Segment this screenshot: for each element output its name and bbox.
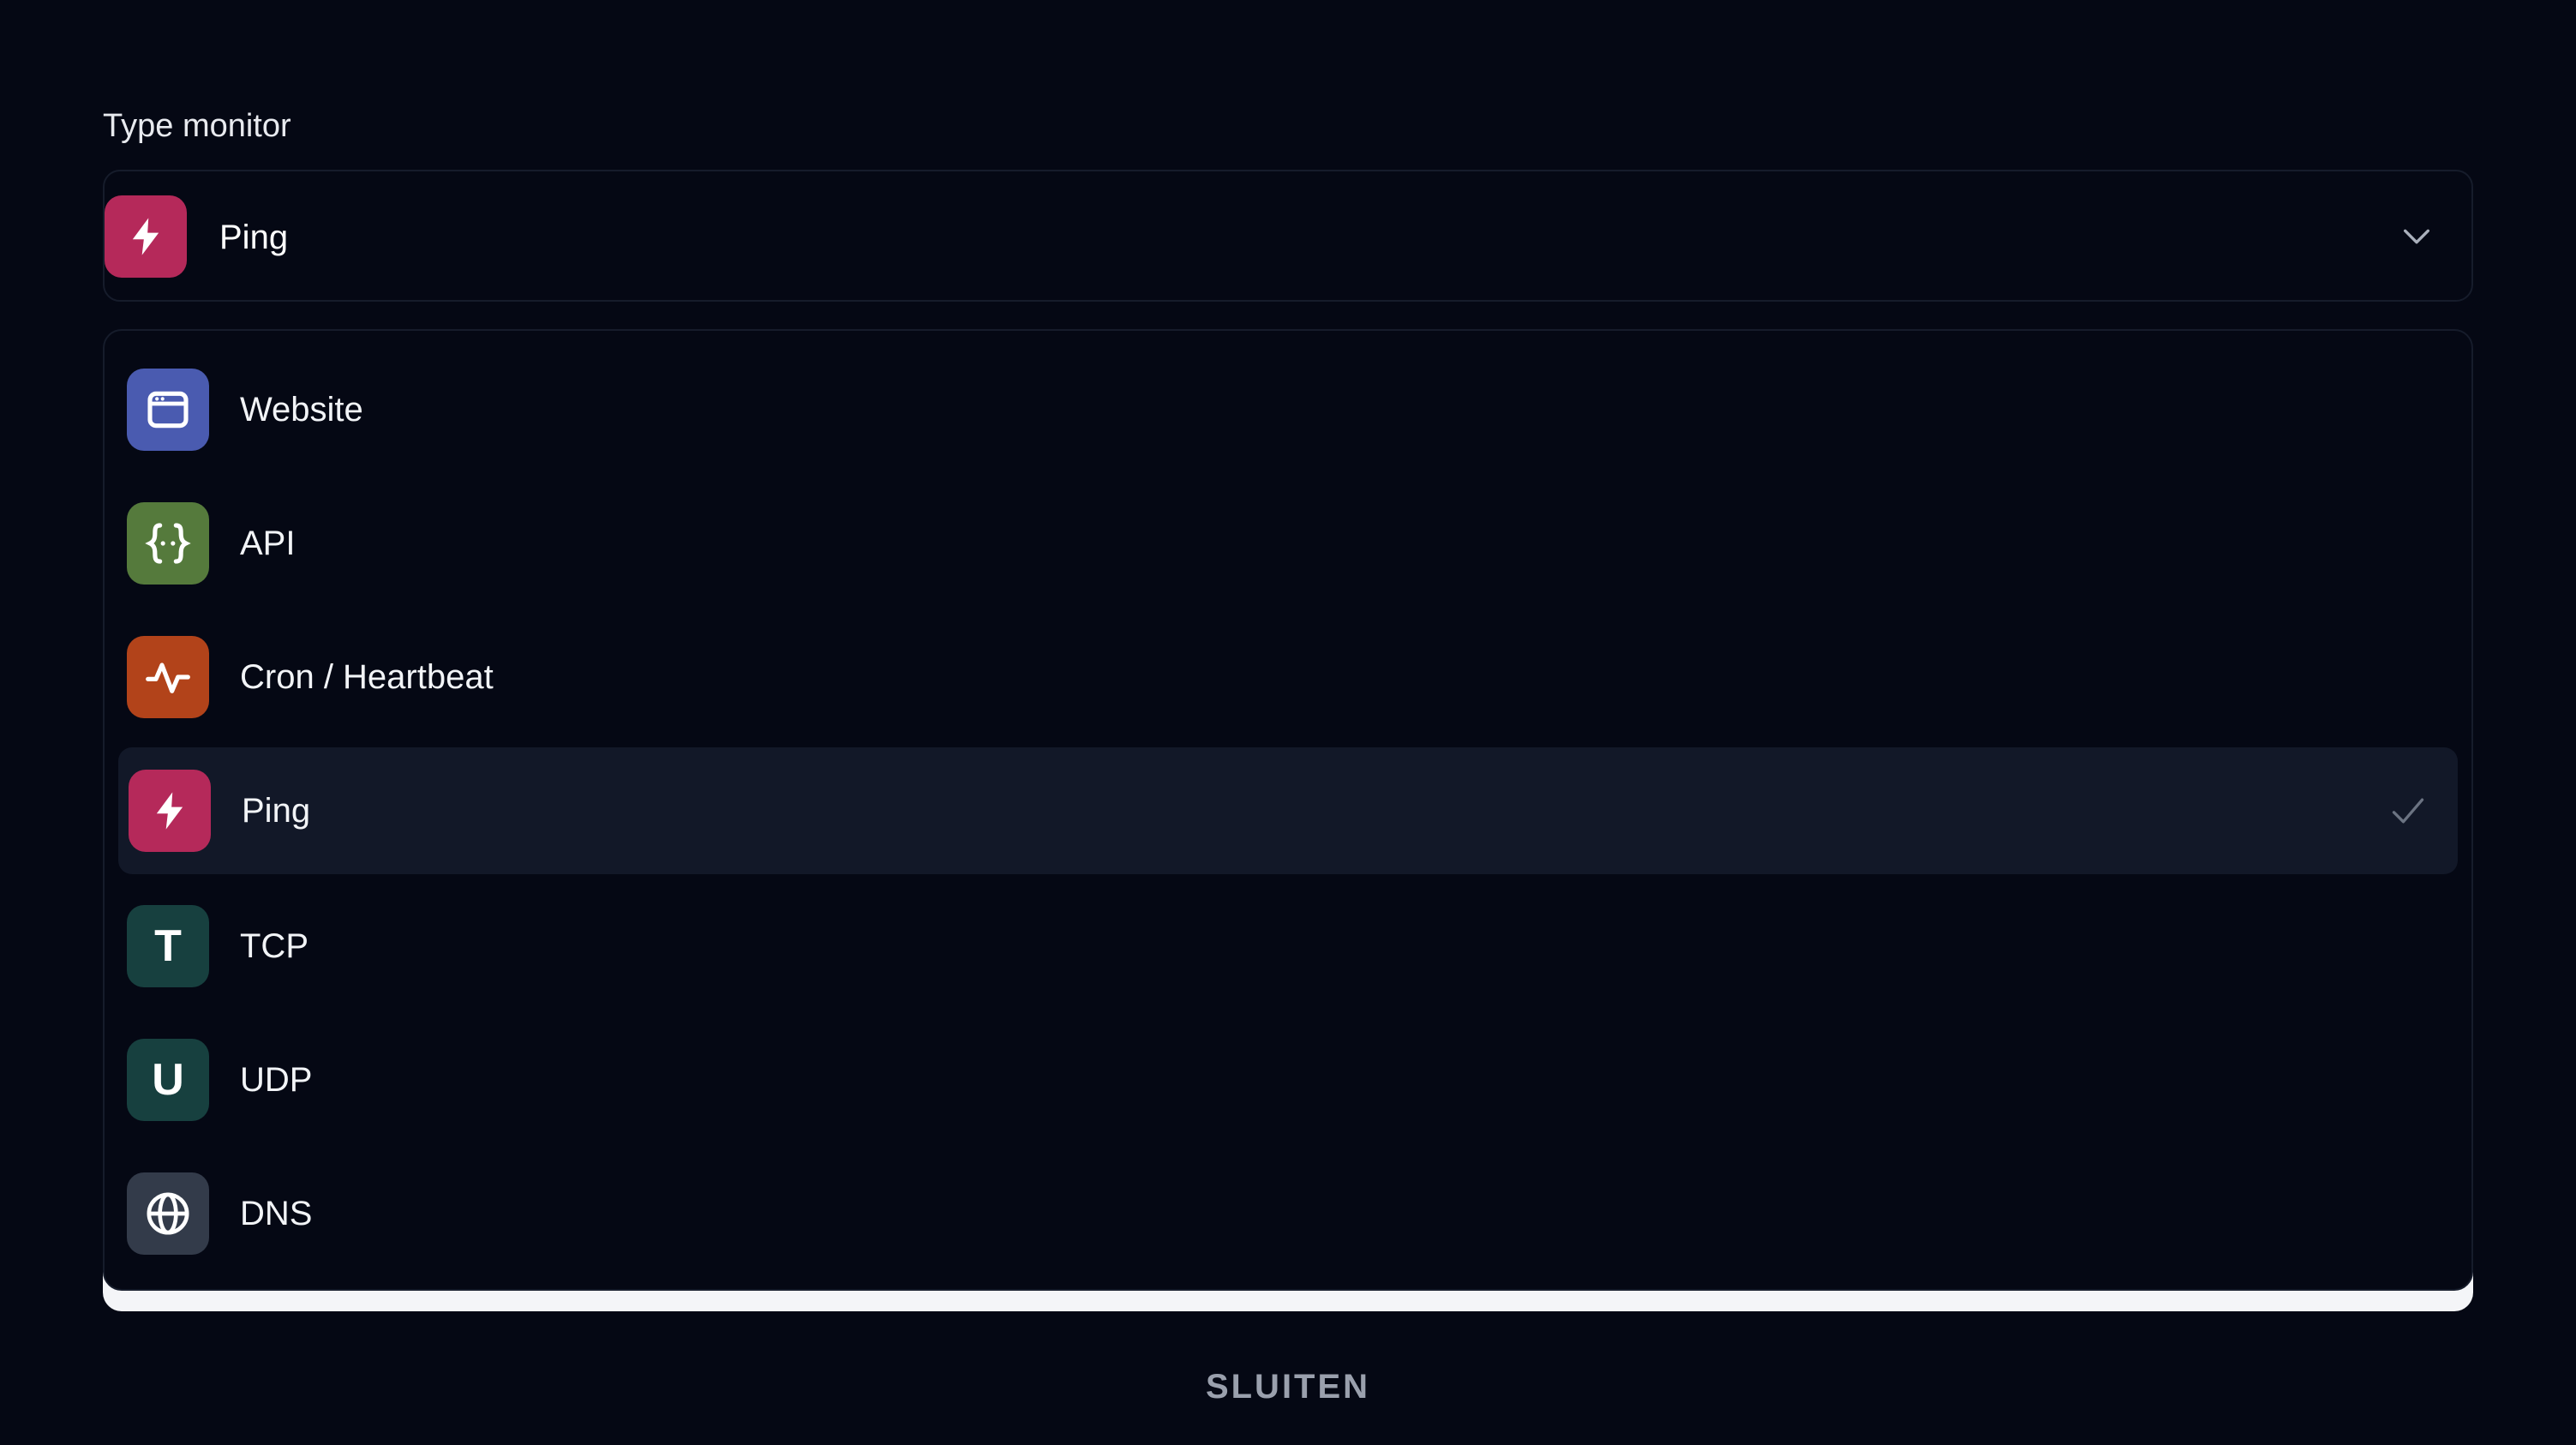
option-udp[interactable]: U UDP	[118, 1016, 2458, 1143]
pulse-icon	[127, 636, 209, 718]
option-label: TCP	[240, 927, 309, 965]
monitor-type-listbox: Website API Cron / Heartbeat Ping T TCP …	[103, 329, 2473, 1291]
option-cron-heartbeat[interactable]: Cron / Heartbeat	[118, 614, 2458, 740]
option-label: Website	[240, 391, 363, 429]
field-label: Type monitor	[103, 108, 291, 144]
option-label: Cron / Heartbeat	[240, 658, 494, 696]
option-ping[interactable]: Ping	[118, 747, 2458, 874]
option-label: UDP	[240, 1061, 313, 1099]
monitor-type-select[interactable]: Ping	[103, 170, 2473, 302]
chevron-down-icon[interactable]	[2399, 219, 2434, 254]
bolt-icon	[105, 195, 187, 278]
option-dns[interactable]: DNS	[118, 1150, 2458, 1277]
close-button[interactable]: SLUITEN	[1117, 1354, 1459, 1419]
option-api[interactable]: API	[118, 480, 2458, 607]
option-label: Ping	[242, 792, 311, 830]
option-label: API	[240, 525, 296, 562]
option-website[interactable]: Website	[118, 346, 2458, 473]
tile-glyph: T	[154, 921, 182, 971]
selected-value: Ping	[219, 219, 289, 256]
browser-window-icon	[127, 369, 209, 451]
letter-u-icon: U	[127, 1039, 209, 1121]
globe-icon	[127, 1172, 209, 1255]
check-icon	[2392, 798, 2424, 824]
tile-glyph: U	[152, 1055, 184, 1105]
option-tcp[interactable]: T TCP	[118, 883, 2458, 1010]
curly-braces-icon	[127, 502, 209, 585]
bolt-icon	[129, 770, 211, 852]
letter-t-icon: T	[127, 905, 209, 987]
option-label: DNS	[240, 1195, 313, 1232]
